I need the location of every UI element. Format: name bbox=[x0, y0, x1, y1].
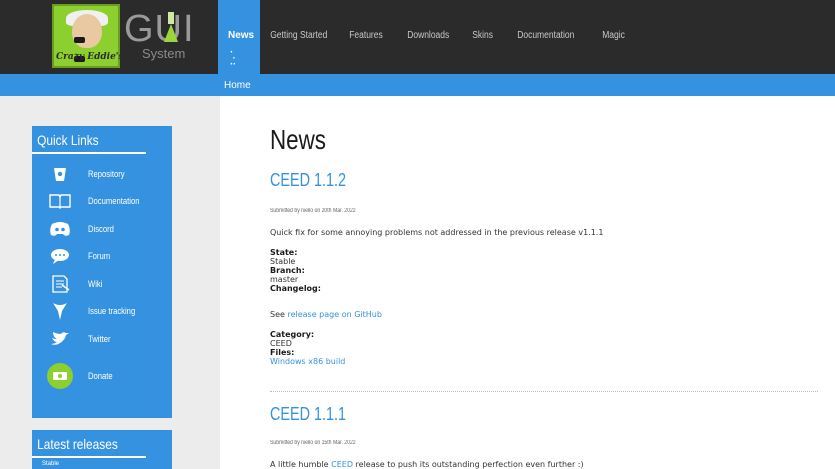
quick-link-repository[interactable]: Repository bbox=[32, 160, 172, 188]
release-page-link[interactable]: release page on GitHub bbox=[287, 310, 381, 319]
post-submitted: Submitted by niello on 15th Mar. 2022 bbox=[270, 440, 356, 446]
quick-links-panel: Quick Links Repository Documentation Dis… bbox=[32, 126, 172, 418]
quick-link-label: Issue tracking bbox=[88, 306, 136, 317]
quick-link-twitter[interactable]: Twitter bbox=[32, 325, 172, 353]
quick-link-label: Repository bbox=[88, 168, 125, 179]
quick-link-label: Discord bbox=[88, 223, 114, 234]
nav-item-label: Magic bbox=[602, 30, 625, 41]
page-title: News bbox=[270, 124, 327, 155]
quick-link-issue-tracking[interactable]: Issue tracking bbox=[32, 298, 172, 326]
quick-link-label: Documentation bbox=[88, 196, 140, 207]
changelog-line: See release page on GitHub bbox=[270, 310, 382, 319]
nav-item-label: Downloads bbox=[406, 30, 449, 41]
nav-item-label: Features bbox=[349, 30, 384, 41]
bubbles-icon: ‧ ‧ ‧‧ bbox=[230, 47, 236, 69]
quick-link-forum[interactable]: Forum bbox=[32, 243, 172, 271]
main-nav: News ‧ ‧ ‧‧ Getting Started Features Down… bbox=[218, 0, 643, 74]
quick-links-title: Quick Links bbox=[32, 126, 146, 154]
breadcrumb-home-link[interactable]: Home bbox=[224, 80, 251, 91]
breadcrumb: Home bbox=[0, 74, 835, 96]
post-fields: State: Stable Branch: master Changelog: bbox=[270, 248, 321, 293]
latest-releases-title: Latest releases bbox=[32, 430, 146, 458]
quick-link-label: Donate bbox=[88, 370, 113, 381]
donate-icon-wrap bbox=[32, 362, 88, 389]
quick-link-wiki[interactable]: Wiki bbox=[32, 270, 172, 298]
state-label: State: bbox=[270, 248, 298, 257]
category-value: CEED bbox=[270, 339, 292, 348]
post-title-link[interactable]: CEED 1.1.1 bbox=[270, 404, 346, 425]
nav-item-label: Skins bbox=[472, 30, 494, 41]
bucket-icon bbox=[32, 166, 88, 182]
nav-item-magic[interactable]: Magic bbox=[592, 0, 635, 74]
windows-build-link[interactable]: Windows x86 build bbox=[270, 357, 345, 366]
post-submitted: Submitted by niello on 20th Mar. 2022 bbox=[270, 208, 356, 214]
wiki-page-icon bbox=[32, 275, 88, 293]
quick-link-donate[interactable]: Donate bbox=[32, 355, 172, 397]
post-title-link[interactable]: CEED 1.1.2 bbox=[270, 170, 346, 191]
cegui-logo[interactable]: Crazy Eddie's GUI System bbox=[52, 4, 195, 68]
ceed-link[interactable]: CEED bbox=[331, 460, 353, 469]
twitter-bird-icon bbox=[32, 331, 88, 347]
files-label: Files: bbox=[270, 348, 295, 357]
post-summary: Quick fix for some annoying problems not… bbox=[270, 228, 604, 237]
category-label: Category: bbox=[270, 330, 315, 339]
quick-link-label: Twitter bbox=[88, 333, 111, 344]
summary-prefix: A little humble bbox=[270, 460, 332, 469]
state-value: Stable bbox=[270, 257, 296, 266]
chat-bubble-icon bbox=[32, 248, 88, 265]
nav-item-features[interactable]: Features bbox=[339, 0, 393, 74]
quick-link-label: Wiki bbox=[88, 278, 103, 289]
latest-releases-item[interactable]: Stable bbox=[32, 458, 172, 469]
latest-releases-panel: Latest releases Stable bbox=[32, 430, 172, 469]
nav-item-label: Documentation bbox=[516, 30, 575, 41]
nav-item-documentation[interactable]: Documentation bbox=[507, 0, 585, 74]
book-icon bbox=[32, 193, 88, 210]
post-summary: A little humble CEED release to push its… bbox=[270, 460, 584, 469]
nav-item-downloads[interactable]: Downloads bbox=[397, 0, 459, 74]
post-divider bbox=[270, 391, 818, 392]
branch-value: master bbox=[270, 275, 299, 284]
quick-link-discord[interactable]: Discord bbox=[32, 215, 172, 243]
nav-item-label: News bbox=[228, 30, 255, 41]
post-meta: Category: CEED Files: Windows x86 build bbox=[270, 330, 345, 366]
nav-item-label: Getting Started bbox=[270, 30, 328, 41]
summary-suffix: release to push its outstanding perfecti… bbox=[352, 460, 584, 469]
flask-icon bbox=[164, 12, 178, 42]
nav-item-getting-started[interactable]: Getting Started bbox=[260, 0, 338, 74]
changelog-prefix: See bbox=[270, 310, 288, 319]
logo-system-text: System bbox=[142, 46, 186, 61]
changelog-label: Changelog: bbox=[270, 284, 321, 293]
discord-icon bbox=[32, 221, 88, 237]
quick-link-label: Forum bbox=[88, 251, 111, 262]
quick-link-documentation[interactable]: Documentation bbox=[32, 188, 172, 216]
logo-goggles bbox=[74, 28, 100, 62]
logo-gui-text: GUI bbox=[124, 8, 195, 50]
branch-label: Branch: bbox=[270, 266, 305, 275]
logo-portrait-box: Crazy Eddie's bbox=[52, 4, 124, 68]
bug-icon bbox=[32, 301, 88, 321]
top-bar: Crazy Eddie's GUI System News ‧ ‧ ‧‧ Gett… bbox=[0, 0, 835, 74]
nav-item-news[interactable]: News ‧ ‧ ‧‧ bbox=[218, 0, 260, 74]
logo-crazy-eddies-text: Crazy Eddie's bbox=[56, 52, 124, 62]
donate-icon bbox=[47, 362, 73, 389]
nav-item-skins[interactable]: Skins bbox=[462, 0, 503, 74]
